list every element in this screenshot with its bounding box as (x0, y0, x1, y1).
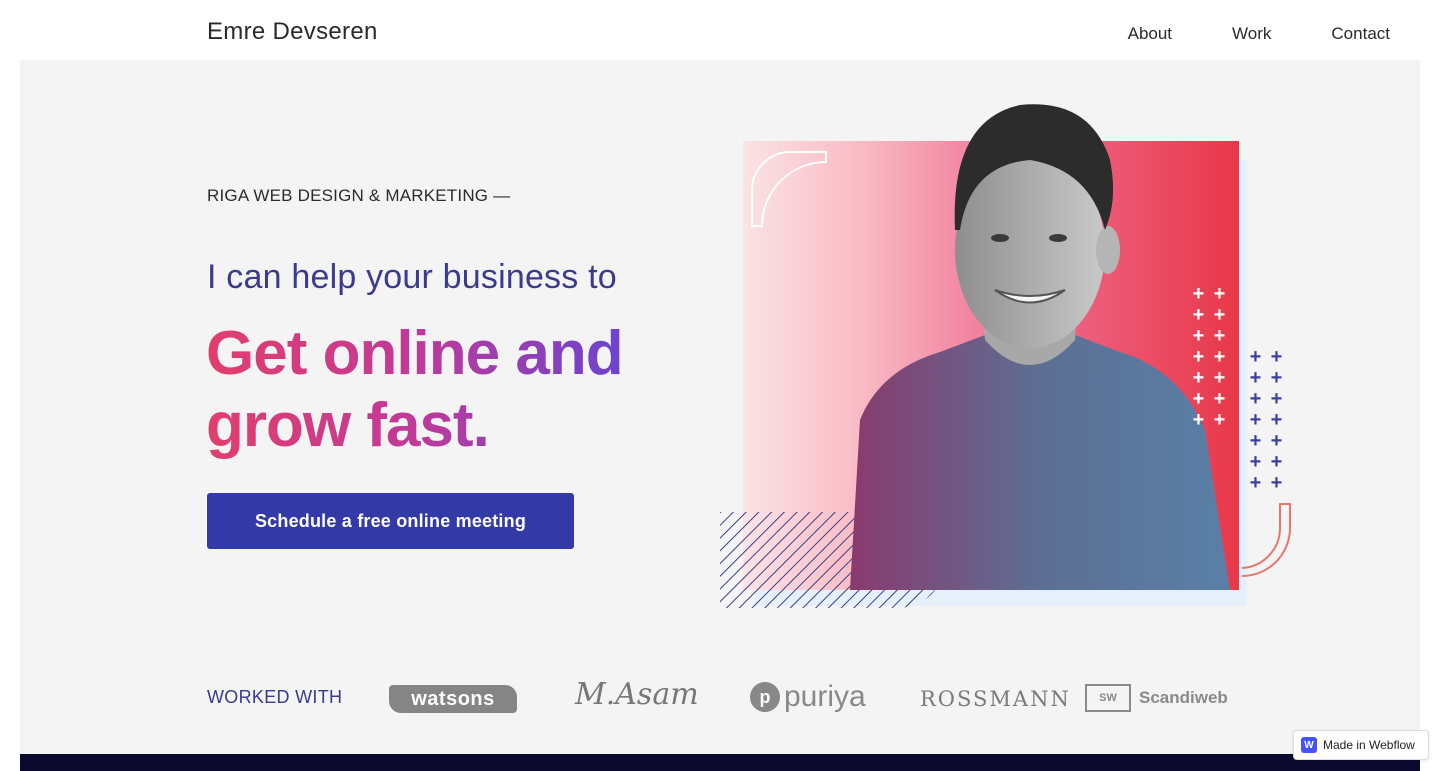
plus-icon: + (1249, 367, 1262, 389)
plus-icon: + (1192, 409, 1205, 431)
client-logo-watsons: watsons (389, 685, 517, 713)
plus-icon: + (1192, 283, 1205, 305)
plus-icon: + (1249, 430, 1262, 452)
plus-icon: + (1213, 388, 1226, 410)
client-logo-rossmann: ROSSMANN (920, 687, 1071, 711)
scandiweb-mark-icon: SW (1085, 684, 1131, 712)
hero-section: RIGA WEB DESIGN & MARKETING — I can help… (20, 60, 1420, 754)
plus-icon: + (1213, 346, 1226, 368)
hero-headline: Get online and grow fast. (206, 318, 666, 462)
plus-icon: + (1270, 388, 1283, 410)
client-logo-scandiweb-text: Scandiweb (1139, 688, 1228, 707)
hero-illustration: + + + + + + + + + + + + + + + + + + + + + + + + + + +… (720, 90, 1320, 650)
client-logo-puriya: p puriya (750, 680, 866, 714)
plus-icon: + (1270, 346, 1283, 368)
next-section-dark (20, 754, 1420, 771)
plus-icon: + (1192, 367, 1205, 389)
plus-icon: + (1213, 367, 1226, 389)
decor-plus-grid-blue: + + + + + + + + + + + + + + (1247, 346, 1285, 494)
nav-link-work[interactable]: Work (1232, 24, 1271, 44)
plus-icon: + (1192, 325, 1205, 347)
client-logo-masam: M.Asam (575, 677, 699, 712)
decor-arc-top-left-icon (751, 151, 827, 227)
plus-icon: + (1192, 304, 1205, 326)
webflow-icon: W (1301, 737, 1317, 753)
plus-icon: + (1270, 451, 1283, 473)
plus-icon: + (1270, 367, 1283, 389)
brand-logo-text[interactable]: Emre Devseren (207, 18, 378, 46)
plus-icon: + (1249, 388, 1262, 410)
worked-with-label: WORKED WITH (207, 687, 343, 707)
client-logo-puriya-text: puriya (784, 680, 866, 713)
decor-plus-grid-white: + + + + + + + + + + + + + + (1190, 283, 1228, 431)
hero-lead: I can help your business to (207, 258, 617, 296)
plus-icon: + (1249, 472, 1262, 494)
plus-icon: + (1270, 472, 1283, 494)
client-logo-scandiweb: SW Scandiweb (1085, 684, 1228, 712)
nav-link-contact[interactable]: Contact (1331, 24, 1390, 44)
badge-label: Made in Webflow (1323, 738, 1415, 752)
plus-icon: + (1192, 346, 1205, 368)
plus-icon: + (1213, 409, 1226, 431)
plus-icon: + (1213, 304, 1226, 326)
plus-icon: + (1249, 409, 1262, 431)
puriya-mark-icon: p (750, 682, 780, 712)
plus-icon: + (1213, 325, 1226, 347)
decor-arc-bottom-right-icon (1241, 503, 1291, 577)
made-in-webflow-badge[interactable]: W Made in Webflow (1293, 730, 1429, 760)
portrait-photo (850, 104, 1230, 590)
nav-link-about[interactable]: About (1128, 24, 1172, 44)
hero-eyebrow: RIGA WEB DESIGN & MARKETING — (207, 186, 511, 205)
schedule-meeting-button[interactable]: Schedule a free online meeting (207, 493, 574, 549)
plus-icon: + (1249, 346, 1262, 368)
plus-icon: + (1249, 451, 1262, 473)
plus-icon: + (1270, 430, 1283, 452)
plus-icon: + (1270, 409, 1283, 431)
site-header: Emre Devseren About Work Contact (0, 0, 1440, 60)
plus-icon: + (1213, 283, 1226, 305)
plus-icon: + (1192, 388, 1205, 410)
main-nav: About Work Contact (1128, 24, 1390, 44)
